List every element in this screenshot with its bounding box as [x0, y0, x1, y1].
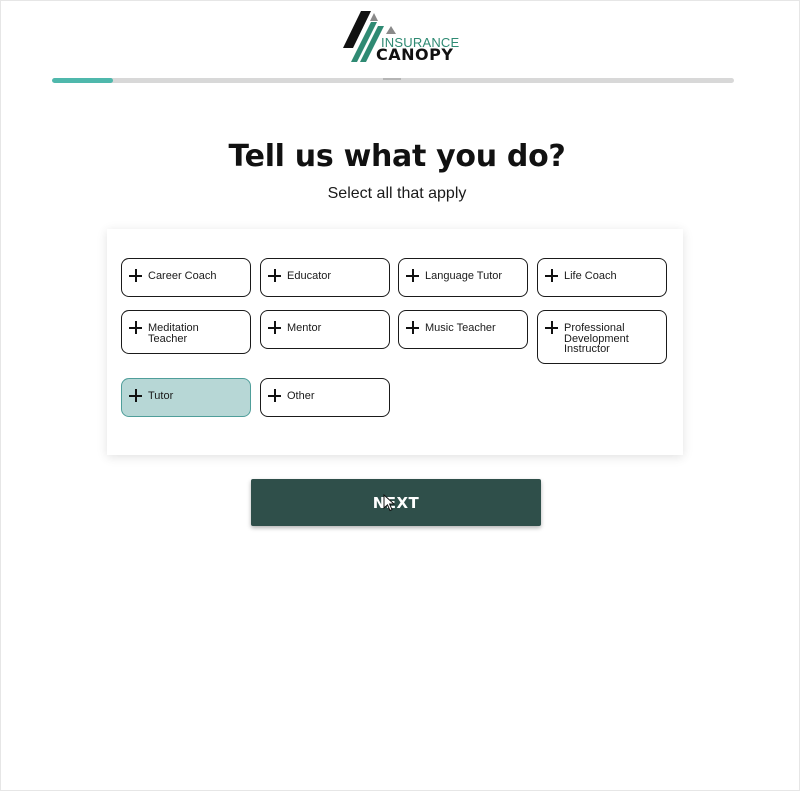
option-label: Language Tutor: [425, 270, 503, 282]
next-button[interactable]: NEXT: [251, 479, 541, 526]
option-professional-development-instructor[interactable]: Professional Development Instructor: [537, 310, 667, 364]
option-language-tutor[interactable]: Language Tutor: [398, 258, 528, 297]
option-life-coach[interactable]: Life Coach: [537, 258, 667, 297]
plus-icon: [268, 269, 281, 282]
plus-icon: [129, 269, 142, 282]
plus-icon: [129, 321, 142, 334]
page: INSURANCE CANOPY Tell us what you do? Se…: [0, 0, 800, 791]
option-label: Educator: [287, 270, 332, 282]
option-tutor[interactable]: Tutor: [121, 378, 251, 417]
progress-handle: [383, 78, 401, 80]
option-label: Mentor: [287, 322, 322, 334]
option-label: Other: [287, 390, 315, 402]
option-label: Meditation Teacher: [148, 322, 199, 345]
option-label: Tutor: [148, 390, 174, 402]
option-label: Life Coach: [564, 270, 617, 282]
logo-text-canopy: CANOPY: [376, 45, 454, 64]
option-music-teacher[interactable]: Music Teacher: [398, 310, 528, 349]
plus-icon: [406, 269, 419, 282]
page-subtitle: Select all that apply: [327, 185, 467, 202]
options-card: Career Coach Educator Language Tutor Lif…: [107, 229, 683, 455]
plus-icon: [129, 389, 142, 402]
plus-icon: [545, 321, 558, 334]
option-meditation-teacher[interactable]: Meditation Teacher: [121, 310, 251, 354]
option-label: Music Teacher: [425, 322, 496, 334]
plus-icon: [268, 321, 281, 334]
progress-fill: [52, 78, 114, 83]
option-mentor[interactable]: Mentor: [260, 310, 390, 349]
page-title: Tell us what you do?: [228, 139, 566, 174]
insurance-canopy-logo[interactable]: INSURANCE CANOPY: [341, 10, 459, 64]
option-label: Career Coach: [148, 270, 217, 282]
option-label: Professional Development Instructor: [564, 322, 629, 355]
option-other[interactable]: Other: [260, 378, 390, 417]
option-educator[interactable]: Educator: [260, 258, 390, 297]
mouse-cursor-icon: [383, 494, 395, 512]
plus-icon: [406, 321, 419, 334]
option-career-coach[interactable]: Career Coach: [121, 258, 251, 297]
plus-icon: [545, 269, 558, 282]
plus-icon: [268, 389, 281, 402]
